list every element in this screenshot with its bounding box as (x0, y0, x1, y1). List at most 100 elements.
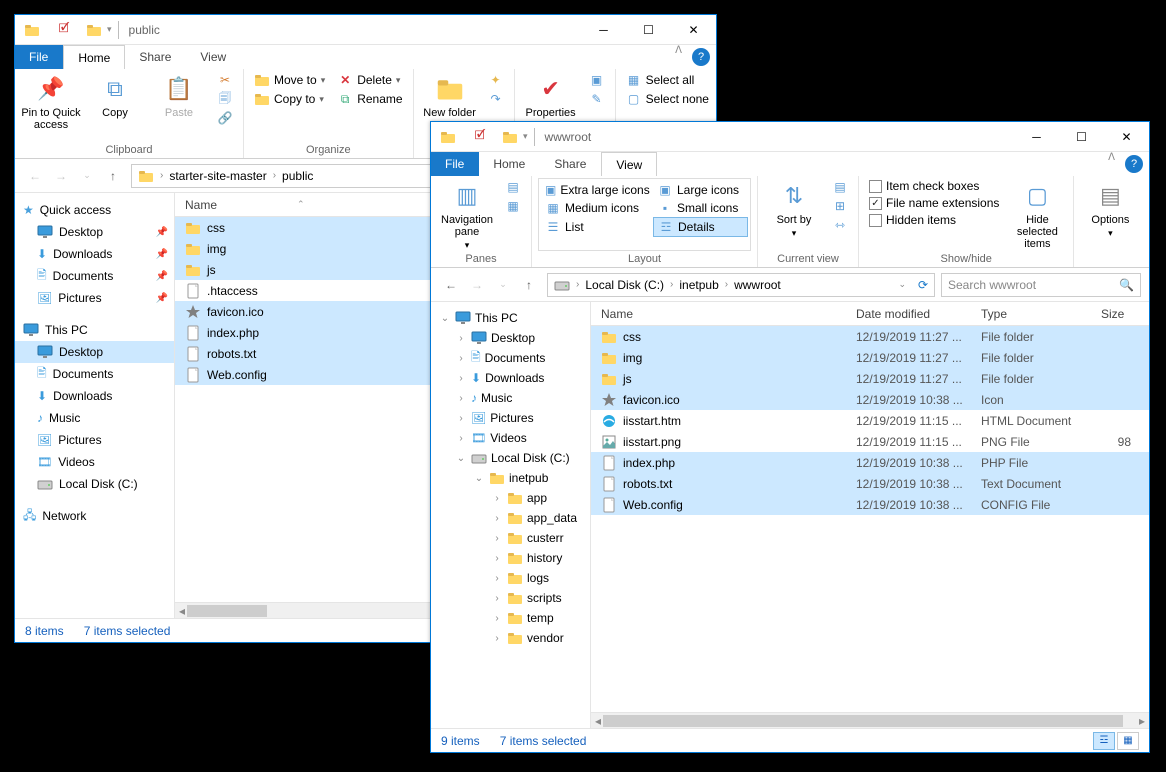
column-headers[interactable]: Name Date modified Type Size (591, 302, 1149, 326)
col-size[interactable]: Size (1091, 307, 1141, 321)
tab-file[interactable]: File (431, 152, 479, 176)
tree-item[interactable]: ›🖹Documents (431, 348, 590, 368)
close-button[interactable]: ✕ (671, 15, 716, 44)
collapse-ribbon-icon[interactable]: ᐱ (1108, 152, 1115, 176)
qat-newfolder-icon[interactable] (499, 126, 521, 148)
icons-view-button[interactable]: ▦ (1117, 732, 1139, 750)
forward-button[interactable]: → (465, 273, 489, 297)
file-row[interactable]: iisstart.png12/19/2019 11:15 ...PNG File… (591, 431, 1149, 452)
view-xl-icons[interactable]: ▣Extra large icons (541, 181, 651, 199)
tab-home[interactable]: Home (479, 152, 540, 176)
address-bar[interactable]: › Local Disk (C:) › inetpub › wwwroot ⌄ … (547, 273, 935, 297)
qat-newfolder-icon[interactable] (83, 19, 105, 41)
crumb-seg[interactable]: wwwroot (730, 278, 785, 292)
tree-local-disk[interactable]: ⌄Local Disk (C:) (431, 448, 590, 468)
open-button[interactable]: ▣ (585, 71, 609, 89)
nav-item[interactable]: 🖼Pictures (15, 429, 174, 451)
horizontal-scrollbar[interactable]: ◂ ▸ (591, 712, 1149, 728)
file-list[interactable]: Name Date modified Type Size css12/19/20… (591, 302, 1149, 728)
explorer-window-wwwroot[interactable]: 🗹 ▾ wwwroot ─ ☐ ✕ File Home Share View ᐱ… (430, 121, 1150, 753)
back-button[interactable]: ← (439, 273, 463, 297)
edit-button[interactable]: ✎ (585, 90, 609, 108)
sort-by-button[interactable]: ⇅Sort by▾ (764, 178, 824, 239)
maximize-button[interactable]: ☐ (626, 15, 671, 44)
tab-view[interactable]: View (186, 45, 241, 69)
paste-shortcut-button[interactable]: 🔗 (213, 109, 237, 127)
nav-pane[interactable]: ★Quick access Desktop📌 ⬇Downloads📌 🖹Docu… (15, 193, 175, 618)
file-row[interactable]: iisstart.htm12/19/2019 11:15 ...HTML Doc… (591, 410, 1149, 431)
tab-share[interactable]: Share (125, 45, 186, 69)
view-details[interactable]: ☲Details (653, 217, 748, 237)
new-folder-button[interactable]: New folder (420, 71, 480, 119)
file-row[interactable]: robots.txt12/19/2019 10:38 ...Text Docum… (591, 473, 1149, 494)
rename-button[interactable]: ⧉Rename (333, 90, 406, 108)
crumb-seg[interactable]: Local Disk (C:) (581, 278, 668, 292)
new-item-button[interactable]: ✦ (484, 71, 508, 89)
copy-to-button[interactable]: Copy to ▾ (250, 90, 329, 108)
nav-network[interactable]: 🖧Network (15, 505, 174, 527)
file-row[interactable]: css12/19/2019 11:27 ...File folder (591, 326, 1149, 347)
nav-item[interactable]: Desktop (15, 341, 174, 363)
close-button[interactable]: ✕ (1104, 122, 1149, 151)
recent-dropdown[interactable]: ⌄ (75, 164, 99, 188)
details-view-button[interactable]: ☲ (1093, 732, 1115, 750)
tree-this-pc[interactable]: ⌄This PC (431, 308, 590, 328)
file-extensions-toggle[interactable]: File name extensions (865, 195, 1003, 211)
titlebar[interactable]: 🗹 ▾ public ─ ☐ ✕ (15, 15, 716, 45)
up-button[interactable]: ↑ (517, 273, 541, 297)
easy-access-button[interactable]: ↷ (484, 90, 508, 108)
pin-quick-access-button[interactable]: 📌Pin to Quick access (21, 71, 81, 131)
cut-button[interactable]: ✂ (213, 71, 237, 89)
up-button[interactable]: ↑ (101, 164, 125, 188)
address-dropdown[interactable]: ⌄ (892, 279, 912, 290)
tab-file[interactable]: File (15, 45, 63, 69)
nav-item[interactable]: Desktop📌 (15, 221, 174, 243)
delete-button[interactable]: ✕Delete ▾ (333, 71, 406, 89)
view-list[interactable]: ☰List (541, 217, 651, 237)
move-to-button[interactable]: Move to ▾ (250, 71, 329, 89)
nav-item[interactable]: 🖹Documents📌 (15, 265, 174, 287)
nav-item[interactable]: ⬇Downloads (15, 385, 174, 407)
nav-this-pc[interactable]: This PC (15, 319, 174, 341)
nav-quick-access[interactable]: ★Quick access (15, 199, 174, 221)
tab-share[interactable]: Share (540, 152, 601, 176)
tree-item[interactable]: ›🖼Pictures (431, 408, 590, 428)
tree-item[interactable]: ›♪Music (431, 388, 590, 408)
crumb-seg[interactable]: inetpub (675, 278, 722, 292)
titlebar[interactable]: 🗹 ▾ wwwroot ─ ☐ ✕ (431, 122, 1149, 152)
item-checkboxes-toggle[interactable]: Item check boxes (865, 178, 1003, 194)
nav-item[interactable]: 🖹Documents (15, 363, 174, 385)
col-date[interactable]: Date modified (846, 307, 971, 321)
refresh-button[interactable]: ⟳ (912, 278, 934, 292)
help-icon[interactable]: ? (692, 48, 710, 66)
tab-view[interactable]: View (601, 152, 657, 177)
nav-item[interactable]: ⬇Downloads📌 (15, 243, 174, 265)
minimize-button[interactable]: ─ (1014, 122, 1059, 151)
tree-item[interactable]: ›🎞Videos (431, 428, 590, 448)
crumb-seg[interactable]: starter-site-master (165, 169, 270, 183)
tree-inetpub[interactable]: ⌄inetpub (431, 468, 590, 488)
size-columns-button[interactable]: ⇿ (828, 216, 852, 234)
file-row[interactable]: Web.config12/19/2019 10:38 ...CONFIG Fil… (591, 494, 1149, 515)
tree-item[interactable]: ›Desktop (431, 328, 590, 348)
view-small-icons[interactable]: ▪Small icons (653, 199, 748, 217)
group-by-button[interactable]: ▤ (828, 178, 852, 196)
maximize-button[interactable]: ☐ (1059, 122, 1104, 151)
navigation-pane-button[interactable]: ▥Navigation pane▾ (437, 178, 497, 251)
crumb-seg[interactable]: public (278, 169, 317, 183)
tree-item[interactable]: ›temp (431, 608, 590, 628)
help-icon[interactable]: ? (1125, 155, 1143, 173)
file-row[interactable]: img12/19/2019 11:27 ...File folder (591, 347, 1149, 368)
col-name[interactable]: Name (591, 307, 846, 321)
file-row[interactable]: index.php12/19/2019 10:38 ...PHP File (591, 452, 1149, 473)
recent-dropdown[interactable]: ⌄ (491, 273, 515, 297)
collapse-ribbon-icon[interactable]: ᐱ (675, 45, 682, 69)
col-type[interactable]: Type (971, 307, 1091, 321)
file-row[interactable]: favicon.ico12/19/2019 10:38 ...Icon (591, 389, 1149, 410)
select-all-button[interactable]: ▦Select all (622, 71, 713, 89)
tree-item[interactable]: ›app_data (431, 508, 590, 528)
search-input[interactable]: Search wwwroot 🔍 (941, 273, 1141, 297)
view-large-icons[interactable]: ▣Large icons (653, 181, 748, 199)
tree-item[interactable]: ›⬇Downloads (431, 368, 590, 388)
copy-button[interactable]: ⧉Copy (85, 71, 145, 119)
